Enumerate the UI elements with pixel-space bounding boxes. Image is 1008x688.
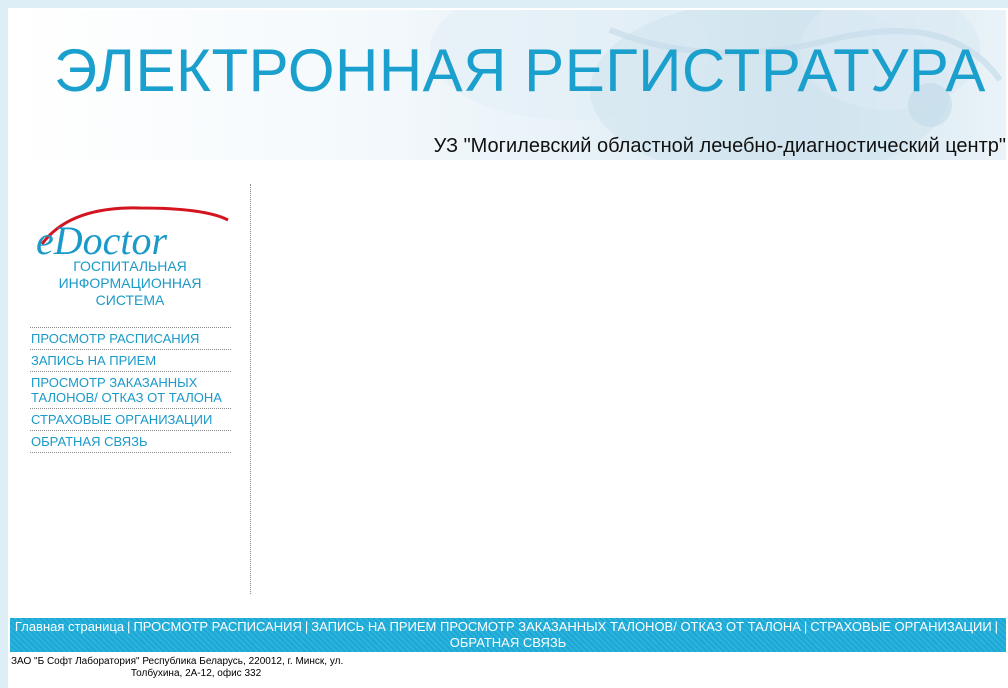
copyright: ЗАО "Б Софт Лаборатория" Республика Бела… [11,656,381,680]
footer-link-home[interactable]: Главная страница [15,619,124,634]
logo-caption: ГОСПИТАЛЬНАЯ ИНФОРМАЦИОННАЯ СИСТЕМА [30,258,230,309]
footer-nav: Главная страница | ПРОСМОТР РАСПИСАНИЯ | ЗАП… [10,618,1006,652]
page: ЭЛЕКТРОННАЯ РЕГИСТРАТУРА УЗ "Могилевский… [8,8,1008,688]
footer-link-feedback[interactable]: ОБРАТНАЯ СВЯЗЬ [450,635,567,650]
menu-item-insurance[interactable]: СТРАХОВЫЕ ОРГАНИЗАЦИИ [30,409,231,431]
edoctor-logo: eDoctor [36,206,229,263]
logo-text: eDoctor [36,218,168,263]
footer-separator: | [304,619,309,634]
footer-link-tickets[interactable]: ПРОСМОТР ЗАКАЗАННЫХ ТАЛОНОВ/ ОТКАЗ ОТ ТА… [440,619,801,634]
logo-caption-line: ИНФОРМАЦИОННАЯ [58,275,202,291]
sidebar-menu: ПРОСМОТР РАСПИСАНИЯ ЗАПИСЬ НА ПРИЕМ ПРОС… [30,327,231,453]
menu-item-appointment[interactable]: ЗАПИСЬ НА ПРИЕМ [30,350,231,372]
footer-separator: | [994,619,999,634]
logo-caption-line: СИСТЕМА [95,292,165,308]
footer-link-insurance[interactable]: СТРАХОВЫЕ ОРГАНИЗАЦИИ [810,619,991,634]
menu-item-tickets[interactable]: ПРОСМОТР ЗАКАЗАННЫХ ТАЛОНОВ/ ОТКАЗ ОТ ТА… [30,372,231,409]
footer-separator: | [127,619,131,634]
copyright-line: Толбухина, 2А-12, офис 332 [130,668,262,679]
footer-separator: | [803,619,808,634]
footer-link-schedule[interactable]: ПРОСМОТР РАСПИСАНИЯ [133,619,301,634]
menu-item-schedule[interactable]: ПРОСМОТР РАСПИСАНИЯ [30,328,231,350]
organization-name: УЗ "Могилевский областной лечебно-диагно… [433,135,1006,157]
header-banner: ЭЛЕКТРОННАЯ РЕГИСТРАТУРА УЗ "Могилевский… [10,10,1006,160]
sidebar: eDoctor ГОСПИТАЛЬНАЯ ИНФОРМАЦИОННАЯ СИСТ… [30,184,251,594]
menu-item-feedback[interactable]: ОБРАТНАЯ СВЯЗЬ [30,431,231,453]
copyright-line: ЗАО "Б Софт Лаборатория" Республика Бела… [11,656,344,667]
site-title: ЭЛЕКТРОННАЯ РЕГИСТРАТУРА [54,37,986,104]
footer-link-appointment[interactable]: ЗАПИСЬ НА ПРИЕМ [311,619,436,634]
logo-caption-line: ГОСПИТАЛЬНАЯ [73,258,187,274]
